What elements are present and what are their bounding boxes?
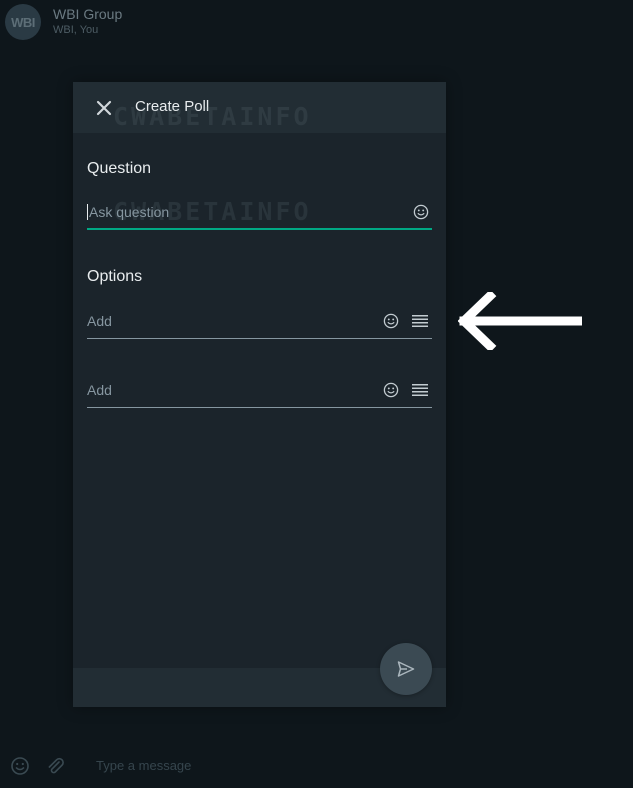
text-caret xyxy=(87,204,88,220)
emoji-icon[interactable] xyxy=(413,204,429,220)
question-input[interactable] xyxy=(89,198,389,226)
option-input[interactable] xyxy=(87,307,387,335)
question-underline xyxy=(87,228,432,230)
chat-subtitle: WBI, You xyxy=(53,24,99,36)
modal-header: Create Poll xyxy=(73,82,446,133)
option-field xyxy=(87,307,432,339)
option-field xyxy=(87,376,432,408)
modal-title: Create Poll xyxy=(135,98,210,115)
question-field xyxy=(87,198,432,230)
question-label: Question xyxy=(87,160,152,177)
send-icon xyxy=(397,661,415,677)
option-underline xyxy=(87,407,432,408)
options-label: Options xyxy=(87,268,143,285)
drag-handle-icon[interactable] xyxy=(411,383,429,397)
message-composer: Type a message xyxy=(0,744,633,788)
emoji-icon[interactable] xyxy=(383,313,399,329)
arrow-left-icon xyxy=(458,292,582,350)
send-button[interactable] xyxy=(380,643,432,695)
chat-title[interactable]: WBI Group xyxy=(53,6,122,22)
create-poll-modal: Create Poll CWABETAINFO CWABETAINFO Ques… xyxy=(73,82,446,707)
group-avatar[interactable]: WBI xyxy=(5,4,41,40)
emoji-icon[interactable] xyxy=(10,756,30,776)
chat-header: WBI WBI Group WBI, You xyxy=(0,0,633,48)
emoji-icon[interactable] xyxy=(383,382,399,398)
close-icon[interactable] xyxy=(93,97,115,119)
message-input[interactable]: Type a message xyxy=(96,758,191,773)
option-underline xyxy=(87,338,432,339)
option-input[interactable] xyxy=(87,376,387,404)
drag-handle-icon[interactable] xyxy=(411,314,429,328)
paperclip-icon[interactable] xyxy=(45,756,65,776)
